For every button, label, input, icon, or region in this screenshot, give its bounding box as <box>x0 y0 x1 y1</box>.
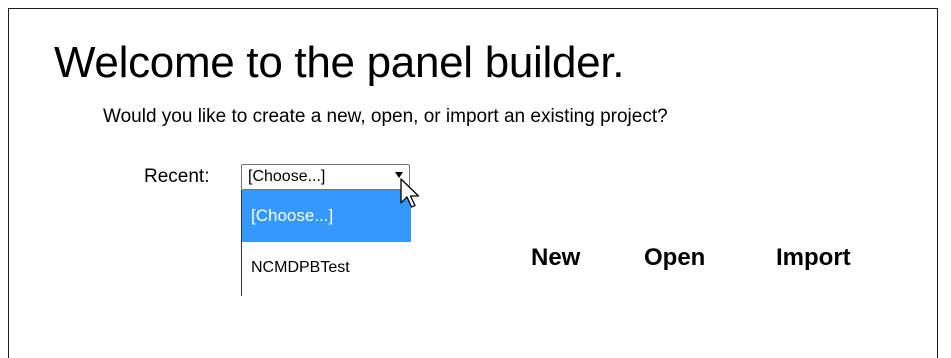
recent-dropdown-list: [Choose...] NCMDPBTest <box>241 190 411 296</box>
recent-label: Recent: <box>144 166 210 187</box>
recent-select-value: [Choose...] <box>248 168 326 185</box>
dropdown-option-choose[interactable]: [Choose...] <box>242 190 411 242</box>
dropdown-option-ncmdpbtest[interactable]: NCMDPBTest <box>242 256 411 280</box>
page-subtitle: Would you like to create a new, open, or… <box>103 106 668 127</box>
new-project-button[interactable]: New <box>531 244 580 272</box>
recent-project-select[interactable]: [Choose...] <box>241 164 410 190</box>
import-project-button[interactable]: Import <box>776 244 851 272</box>
mouse-pointer-icon <box>400 178 420 208</box>
open-project-button[interactable]: Open <box>644 244 705 272</box>
page-title: Welcome to the panel builder. <box>54 38 625 87</box>
